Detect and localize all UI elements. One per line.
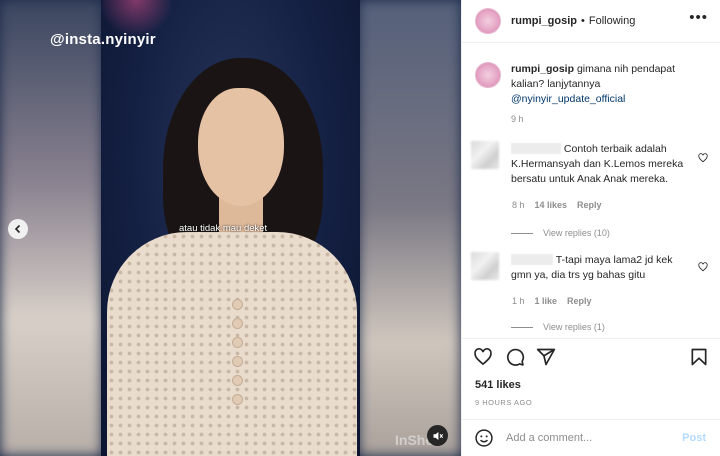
view-replies-label: View replies (10) xyxy=(543,228,610,238)
post-header: rumpi_gosip • Following ••• xyxy=(462,0,720,43)
caption-text-block: rumpi_gosip gimana nih pendapat kalian? … xyxy=(511,62,707,127)
chevron-left-icon xyxy=(14,224,21,234)
more-options-button[interactable]: ••• xyxy=(689,10,708,25)
mute-button[interactable] xyxy=(427,425,448,446)
caption-username[interactable]: rumpi_gosip xyxy=(511,63,574,75)
caption-time: 9 h xyxy=(511,114,524,124)
post-actions: 541 likes 9 HOURS AGO xyxy=(462,338,720,418)
author-username[interactable]: rumpi_gosip xyxy=(511,15,577,27)
comment-time: 1 h xyxy=(512,296,525,306)
comment-likes[interactable]: 1 like xyxy=(535,296,558,306)
header-separator: • xyxy=(581,15,585,27)
bookmark-icon[interactable] xyxy=(689,347,709,367)
view-replies-button[interactable]: View replies (1) xyxy=(511,322,605,332)
view-replies-label: View replies (1) xyxy=(543,322,605,332)
comment-time: 8 h xyxy=(512,200,525,210)
following-button[interactable]: Following xyxy=(589,15,635,27)
comment-avatar[interactable] xyxy=(471,252,499,280)
comment-avatar[interactable] xyxy=(471,141,499,169)
comment-icon[interactable] xyxy=(505,347,525,367)
video-watermark: @insta.nyinyir xyxy=(50,31,156,48)
comment-2: T-tapi maya lama2 jd kek gmn ya, dia trs… xyxy=(511,253,691,283)
comment-2-meta: 1 h 1 like Reply xyxy=(512,296,592,306)
post-media[interactable]: @insta.nyinyir atau tidak mau deket InSh… xyxy=(0,0,461,456)
comment-1-meta: 8 h 14 likes Reply xyxy=(512,200,602,210)
dress-buttons xyxy=(231,300,243,450)
comment-input[interactable] xyxy=(506,432,666,444)
author-avatar[interactable] xyxy=(475,8,501,34)
view-replies-button[interactable]: View replies (10) xyxy=(511,228,610,238)
sound-off-icon xyxy=(433,431,443,440)
heart-icon[interactable] xyxy=(473,347,493,367)
comment-1: Contoh terbaik adalah K.Hermansyah dan K… xyxy=(511,142,691,187)
comment-username-redacted[interactable] xyxy=(511,254,553,265)
post-sidebar: rumpi_gosip • Following ••• rumpi_gosip … xyxy=(461,0,720,456)
comment-reply-button[interactable]: Reply xyxy=(567,296,592,306)
likes-count[interactable]: 541 likes xyxy=(475,379,521,391)
comment-likes[interactable]: 14 likes xyxy=(535,200,568,210)
previous-button[interactable] xyxy=(8,219,28,239)
comment-reply-button[interactable]: Reply xyxy=(577,200,602,210)
comment-like-icon[interactable] xyxy=(698,153,708,163)
comment-like-icon[interactable] xyxy=(698,262,708,272)
post-comment-button[interactable]: Post xyxy=(682,432,706,444)
video-subtitle: atau tidak mau deket xyxy=(179,223,268,234)
caption-author-avatar[interactable] xyxy=(475,62,501,88)
caption-mention-link[interactable]: @nyinyir_update_official xyxy=(511,93,625,105)
replies-divider xyxy=(511,232,533,234)
caption-meta: 9 h xyxy=(511,112,707,127)
comment-username-redacted[interactable] xyxy=(511,143,561,154)
emoji-icon[interactable] xyxy=(474,428,494,448)
add-comment-bar: Post xyxy=(462,419,720,456)
post-time-ago[interactable]: 9 HOURS AGO xyxy=(475,398,532,407)
person-face xyxy=(198,88,284,206)
replies-divider xyxy=(511,326,533,328)
share-icon[interactable] xyxy=(536,347,556,367)
blurred-background-right xyxy=(359,0,461,456)
